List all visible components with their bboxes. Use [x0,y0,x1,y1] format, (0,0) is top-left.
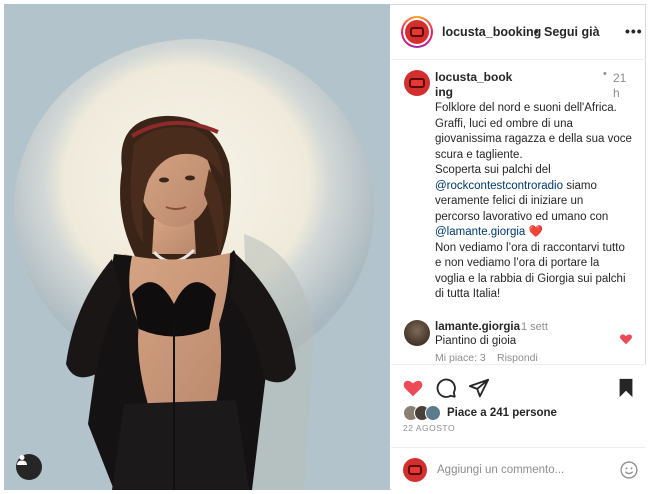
like-heart-icon[interactable] [402,377,424,399]
comment-likes-count[interactable]: Mi piace: 3 [435,352,486,364]
commenter-avatar[interactable] [404,320,430,346]
caption-line: giovanissima ragazza e della sua voce [435,133,632,145]
caption-line: Scoperta sui palchi del [435,164,551,176]
post-date[interactable]: 22 AGOSTO [403,423,455,433]
caption-line: veramente felici di iniziare un [435,195,584,207]
comment-timestamp[interactable]: 1 sett [521,321,548,333]
portrait-image [4,4,390,490]
caption-line: Graffi, luci ed ombre di una [435,117,573,130]
mention-link[interactable]: @lamante.giorgia [435,226,525,238]
emoji-smiley-icon[interactable] [619,460,639,480]
caption-username[interactable]: locusta_booking [435,70,515,100]
caption-separator: • [603,68,607,80]
avatar [425,405,441,421]
caption-line: @lamante.giorgia ❤️ [435,225,635,241]
caption-line: percorso lavorativo ed umano con [435,210,609,223]
comment-username[interactable]: lamante.giorgia [435,321,520,333]
post-sidebar: locusta_booking • Segui già ••• locusta_… [391,4,646,490]
post-header: locusta_booking • Segui già ••• [391,4,646,60]
caption-line-rest: siamo [563,179,597,192]
caption-line: Non vediamo l’ora di raccontarvi tutto [435,241,625,254]
caption-author-avatar[interactable] [404,70,430,96]
heart-emoji: ❤️ [528,226,543,238]
mention-link[interactable]: @rockcontestcontroradio [435,180,563,192]
header-separator: • [534,24,539,39]
save-bookmark-icon[interactable] [615,377,637,399]
caption-text: Folklore del nord e suoni dell'Africa. G… [435,101,635,303]
caption-line: scura e tagliente. [435,148,523,161]
caption-line: voglia e la rabbia di Giorgia sui palchi [435,272,626,285]
caption-line: di tutta Italia! [435,288,501,300]
follow-status-button[interactable]: Segui già [544,25,600,39]
current-user-avatar [403,458,427,482]
comment-like-heart-icon[interactable] [619,332,633,346]
add-comment-bar [391,447,646,491]
caption-timestamp[interactable]: 21 h [613,71,627,101]
post-photo[interactable] [4,4,390,490]
caption-line: @rockcontestcontroradio siamo [435,179,635,195]
post-actions: Piace a 241 persone 22 AGOSTO [391,364,646,490]
caption-line: e non vediamo l’ora di portare la [435,257,600,269]
comment-bubble-icon[interactable] [435,377,457,399]
caption-line: Folklore del nord e suoni dell'Africa. [435,102,617,114]
tagged-users-button[interactable] [16,454,42,480]
share-paper-plane-icon[interactable] [468,377,490,399]
comment-text: Piantino di gioia [435,335,517,347]
more-horizontal-icon[interactable]: ••• [625,23,643,39]
user-icon [17,455,27,465]
account-username[interactable]: locusta_booking [442,25,541,39]
comment-reply-button[interactable]: Rispondi [497,352,538,364]
add-comment-input[interactable] [437,460,607,480]
likes-count[interactable]: Piace a 241 persone [447,407,557,419]
account-avatar[interactable] [405,20,429,44]
liker-avatars[interactable] [403,405,447,423]
